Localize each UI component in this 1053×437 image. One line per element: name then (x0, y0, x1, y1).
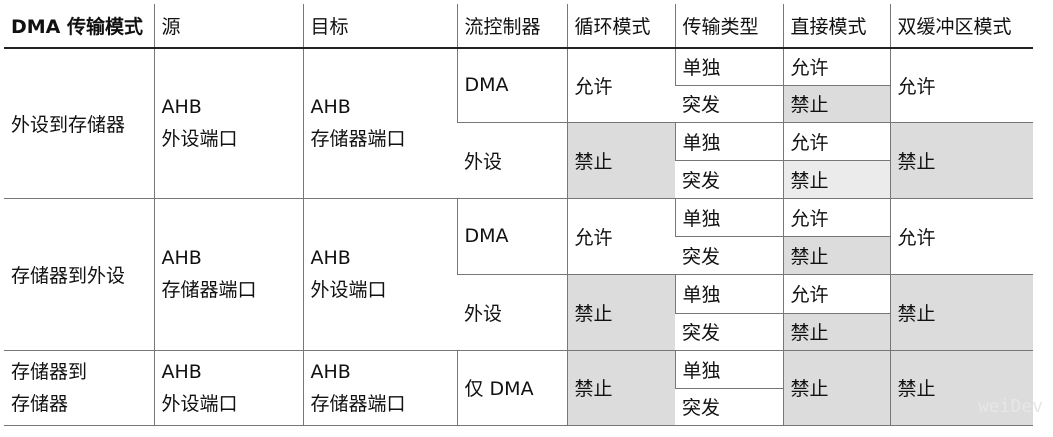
cell-circular: 允许 (566, 48, 675, 123)
dest-bus: AHB (310, 96, 351, 119)
cell-direct: 禁止 (782, 85, 890, 123)
cell-flow: 仅 DMA (456, 350, 567, 426)
cell-mode: 外设到存储器 (4, 48, 154, 199)
dest-port: 存储器端口 (310, 128, 406, 151)
header-flow-controller: 流控制器 (456, 4, 567, 49)
cell-destination: AHB 存储器端口 (302, 48, 457, 199)
source-bus: AHB (161, 96, 202, 119)
cell-type: 突发 (675, 160, 783, 199)
cell-type: 单独 (674, 198, 783, 237)
source-port: 存储器端口 (161, 279, 257, 301)
source-port: 外设端口 (161, 392, 238, 415)
cell-circular: 禁止 (566, 122, 675, 199)
cell-circular: 禁止 (566, 350, 675, 426)
cell-type: 单独 (674, 122, 783, 161)
cell-type: 突发 (675, 313, 783, 351)
cell-circular: 禁止 (566, 274, 675, 351)
cell-mode: 存储器到 存储器 (4, 350, 154, 426)
cell-mode: 存储器到外设 (4, 198, 154, 351)
cell-double-buffer: 允许 (889, 198, 1033, 275)
cell-source: AHB 存储器端口 (153, 198, 303, 351)
cell-destination: AHB 存储器端口 (302, 350, 457, 426)
cell-double-buffer: 允许 (889, 48, 1033, 123)
mode-line: 存储器 (11, 392, 69, 415)
table-row: 存储器到 存储器 AHB 外设端口 AHB 存储器端口 仅 DMA 禁止 单独 … (4, 350, 1033, 426)
cell-direct: 禁止 (782, 350, 890, 426)
cell-double-buffer: 禁止 (889, 122, 1033, 199)
header-direct-mode: 直接模式 (782, 4, 890, 49)
header-transfer-type: 传输类型 (674, 4, 783, 49)
header-double-buffer-mode: 双缓冲区模式 (889, 4, 1033, 49)
watermark: weiDev (977, 396, 1043, 417)
cell-type: 突发 (675, 388, 783, 426)
cell-source: AHB 外设端口 (153, 48, 303, 199)
header-circular-mode: 循环模式 (566, 4, 675, 49)
source-port: 外设端口 (161, 128, 238, 151)
dest-bus: AHB (310, 360, 351, 383)
cell-double-buffer: 禁止 (889, 274, 1033, 351)
cell-destination: AHB 外设端口 (302, 198, 457, 351)
cell-direct: 禁止 (782, 160, 890, 199)
cell-flow: 外设 (457, 274, 567, 351)
header-row: DMA 传输模式 源 目标 流控制器 循环模式 传输类型 直接模式 双缓冲区模式 (4, 4, 1033, 49)
cell-type: 单独 (674, 48, 783, 86)
source-bus: AHB (161, 247, 202, 269)
header-transfer-mode: DMA 传输模式 (4, 4, 154, 49)
cell-circular: 允许 (566, 198, 675, 275)
dest-port: 存储器端口 (310, 392, 406, 415)
mode-line: 存储器到 (11, 360, 88, 383)
dma-mode-table: DMA 传输模式 源 目标 流控制器 循环模式 传输类型 直接模式 双缓冲区模式… (4, 4, 1033, 426)
cell-type: 单独 (674, 274, 783, 314)
cell-flow: DMA (456, 198, 567, 275)
cell-type: 单独 (674, 350, 783, 389)
table-row: 存储器到外设 AHB 存储器端口 AHB 外设端口 DMA 允许 单独 允许 允… (4, 198, 1033, 351)
source-bus: AHB (161, 360, 202, 383)
cell-flow: 外设 (457, 122, 567, 199)
cell-direct: 禁止 (782, 313, 890, 351)
dest-port: 外设端口 (310, 279, 387, 301)
dest-bus: AHB (310, 247, 351, 269)
cell-direct: 允许 (782, 198, 890, 237)
header-source: 源 (153, 4, 303, 49)
cell-type: 突发 (675, 85, 783, 123)
cell-direct: 允许 (782, 274, 890, 314)
cell-direct: 禁止 (782, 236, 890, 275)
cell-flow: DMA (456, 48, 567, 123)
cell-type: 突发 (675, 236, 783, 275)
header-destination: 目标 (302, 4, 457, 49)
cell-direct: 允许 (782, 122, 890, 161)
cell-direct: 允许 (782, 48, 890, 86)
table-row: 外设到存储器 AHB 外设端口 AHB 存储器端口 DMA 允许 单独 允许 允… (4, 48, 1033, 199)
cell-source: AHB 外设端口 (153, 350, 303, 426)
